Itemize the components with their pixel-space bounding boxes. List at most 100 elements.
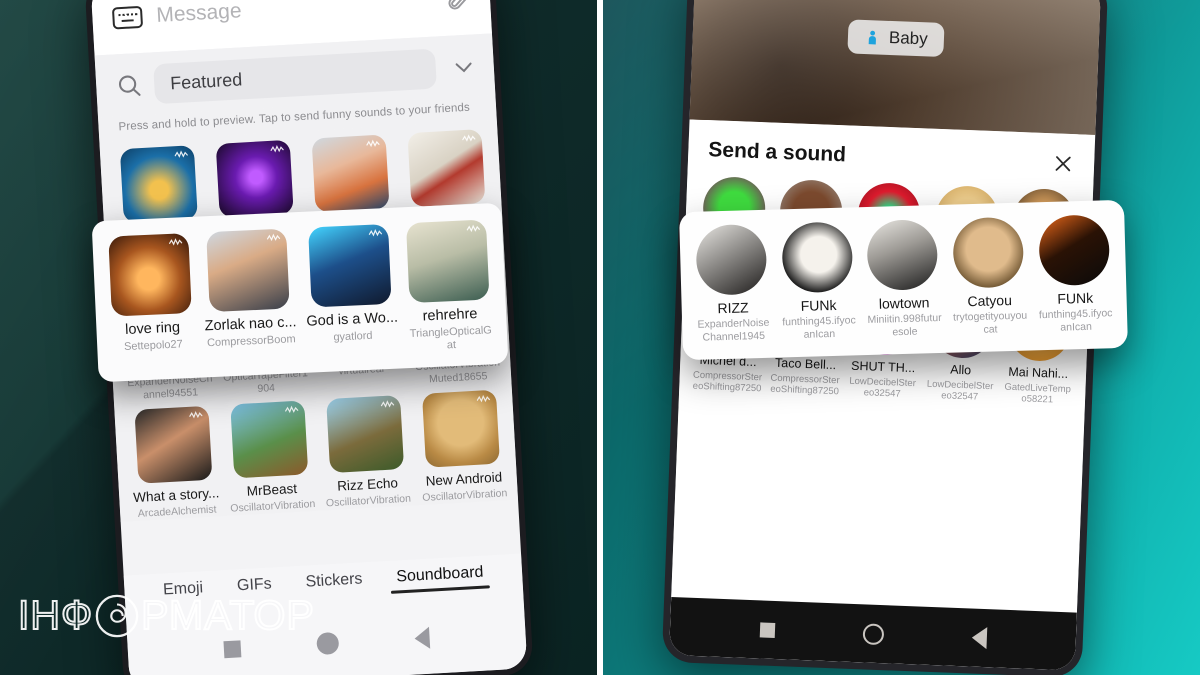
sound-tile[interactable]: Catyou trytogetityouyoucat xyxy=(948,216,1030,337)
sound-author: CompressorStereoShifting87250 xyxy=(770,372,840,398)
sound-name: God is a Wo... xyxy=(306,309,399,330)
watermark-text-before: ІНФ xyxy=(17,591,94,639)
left-floating-sound-card[interactable]: love ring Settepolo27 Zorlak nao c... Compr… xyxy=(91,202,509,383)
keyboard-icon[interactable] xyxy=(111,5,144,30)
sound-author: gyatlord xyxy=(333,329,373,344)
waveform-icon xyxy=(466,224,480,233)
status-bar: 00:33 xyxy=(694,0,1100,7)
sound-author: LowDecibelStereo32547 xyxy=(849,375,917,400)
search-input[interactable]: Featured xyxy=(153,48,437,105)
sound-avatar[interactable] xyxy=(1037,214,1110,287)
sound-author: ArcadeAlchemist xyxy=(137,503,217,520)
sound-artwork[interactable] xyxy=(230,400,309,479)
video-call-preview: 00:33 Baby xyxy=(689,0,1102,135)
sound-name: SHUT TH... xyxy=(850,358,916,376)
right-panel: 00:33 Baby Send a sound Android ...Oscil… xyxy=(603,0,1200,675)
sound-avatar[interactable] xyxy=(952,216,1025,289)
sound-name: rehrehre xyxy=(422,305,478,325)
sound-artwork[interactable] xyxy=(307,223,392,308)
circle-icon[interactable] xyxy=(862,622,884,645)
sound-artwork[interactable] xyxy=(325,395,404,474)
left-panel: Message Featured Press and hold to previ… xyxy=(0,0,597,675)
close-icon[interactable] xyxy=(1052,152,1075,175)
sound-name: Zorlak nao c... xyxy=(204,314,297,335)
sound-author: funthing45.ifyocanIcan xyxy=(1038,307,1113,334)
sound-tile[interactable]: RIZZ ExpanderNoiseChannel1945 xyxy=(691,223,773,344)
sound-artwork[interactable] xyxy=(407,129,486,208)
sound-avatar[interactable] xyxy=(866,219,939,291)
sound-tile[interactable]: FUNk funthing45.ifyocanIcan xyxy=(1034,214,1116,334)
chevron-down-icon[interactable] xyxy=(451,54,476,79)
waveform-icon xyxy=(270,145,284,153)
sound-name: lowtown xyxy=(878,294,930,312)
sound-author: funthing45.ifyocanIcan xyxy=(782,314,856,341)
waveform-icon xyxy=(189,411,203,419)
right-floating-sound-card[interactable]: RIZZ ExpanderNoiseChannel1945 FUNk funthing… xyxy=(679,199,1128,361)
waveform-icon xyxy=(267,233,281,242)
waveform-icon xyxy=(380,400,394,409)
spiral-eye-logo-icon xyxy=(94,593,140,639)
sound-name: Allo xyxy=(950,362,972,378)
sound-author: Miniitin.998futuresole xyxy=(867,312,942,339)
sound-tile[interactable]: love ring Settepolo27 xyxy=(106,229,196,368)
square-icon[interactable] xyxy=(759,621,775,638)
tab-soundboard[interactable]: Soundboard xyxy=(396,564,484,594)
sound-author: CompressorStereoShifting87250 xyxy=(692,369,763,395)
sound-tile[interactable]: lowtown Miniitin.998futuresole xyxy=(863,219,945,339)
square-icon[interactable] xyxy=(223,639,242,658)
sound-name: Taco Bell... xyxy=(774,355,837,373)
sound-author: TriangleOpticalGat xyxy=(409,324,493,352)
waveform-icon xyxy=(368,229,382,237)
sound-tile[interactable]: What a story... ArcadeAlchemist xyxy=(128,402,220,521)
sound-artwork[interactable] xyxy=(119,145,198,224)
search-icon[interactable] xyxy=(116,72,143,99)
caller-name-chip: Baby xyxy=(847,19,945,58)
sound-name: love ring xyxy=(124,319,181,338)
message-input[interactable]: Message xyxy=(156,0,433,28)
waveform-icon xyxy=(476,395,491,403)
waveform-icon xyxy=(284,406,299,414)
sound-name: FUNk xyxy=(800,296,837,314)
waveform-icon xyxy=(169,238,183,246)
sound-artwork[interactable] xyxy=(422,390,501,469)
sound-author: LowDecibelStereo32547 xyxy=(926,378,994,403)
sound-tile[interactable]: New Android OscillatorVibration xyxy=(415,386,508,505)
paperclip-icon[interactable] xyxy=(445,0,472,13)
sound-author: ExpanderNoiseChannel1945 xyxy=(697,316,770,344)
panel-divider xyxy=(597,0,603,675)
sound-avatar[interactable] xyxy=(781,221,854,294)
sound-author: OscillatorVibration xyxy=(230,497,316,515)
waveform-icon xyxy=(462,134,476,142)
sound-artwork[interactable] xyxy=(215,139,294,218)
sound-artwork[interactable] xyxy=(311,134,390,213)
sound-author: Settepolo27 xyxy=(123,338,183,353)
sound-tile[interactable]: rehrehre TriangleOpticalGat xyxy=(404,215,494,354)
sound-author: OscillatorVibration xyxy=(422,487,508,504)
sound-name: RIZZ xyxy=(717,299,749,317)
baby-person-icon xyxy=(864,28,882,46)
sound-author: GatedLiveTempo58221 xyxy=(1004,381,1072,406)
sound-artwork[interactable] xyxy=(206,228,290,313)
sheet-title: Send a sound xyxy=(707,138,847,167)
waveform-icon xyxy=(174,150,188,158)
sound-avatar[interactable] xyxy=(695,223,768,296)
sound-name: Catyou xyxy=(967,291,1013,310)
sound-artwork[interactable] xyxy=(134,406,213,485)
watermark: ІНФ РМАТОР xyxy=(17,591,315,639)
sound-author: CompressorBoom xyxy=(206,332,296,349)
triangle-back-icon[interactable] xyxy=(970,626,987,650)
circle-icon[interactable] xyxy=(316,631,340,656)
watermark-text-after: РМАТОР xyxy=(140,591,315,639)
waveform-icon xyxy=(365,139,380,148)
sound-tile[interactable]: God is a Wo... gyatlord xyxy=(302,220,400,359)
sound-tile[interactable]: MrBeast OscillatorVibration xyxy=(224,396,316,515)
sound-author: OscillatorVibration xyxy=(325,492,412,510)
sound-name: FUNk xyxy=(1057,289,1094,307)
sound-tile[interactable]: Zorlak nao c...CompressorBoom xyxy=(200,224,298,363)
sound-artwork[interactable] xyxy=(108,233,192,317)
sound-artwork[interactable] xyxy=(405,219,490,304)
caller-name: Baby xyxy=(888,27,929,49)
triangle-back-icon[interactable] xyxy=(414,626,431,650)
sound-tile[interactable]: Rizz Echo OscillatorVibration xyxy=(319,391,411,510)
sound-tile[interactable]: FUNk funthing45.ifyocanIcan xyxy=(777,221,859,341)
